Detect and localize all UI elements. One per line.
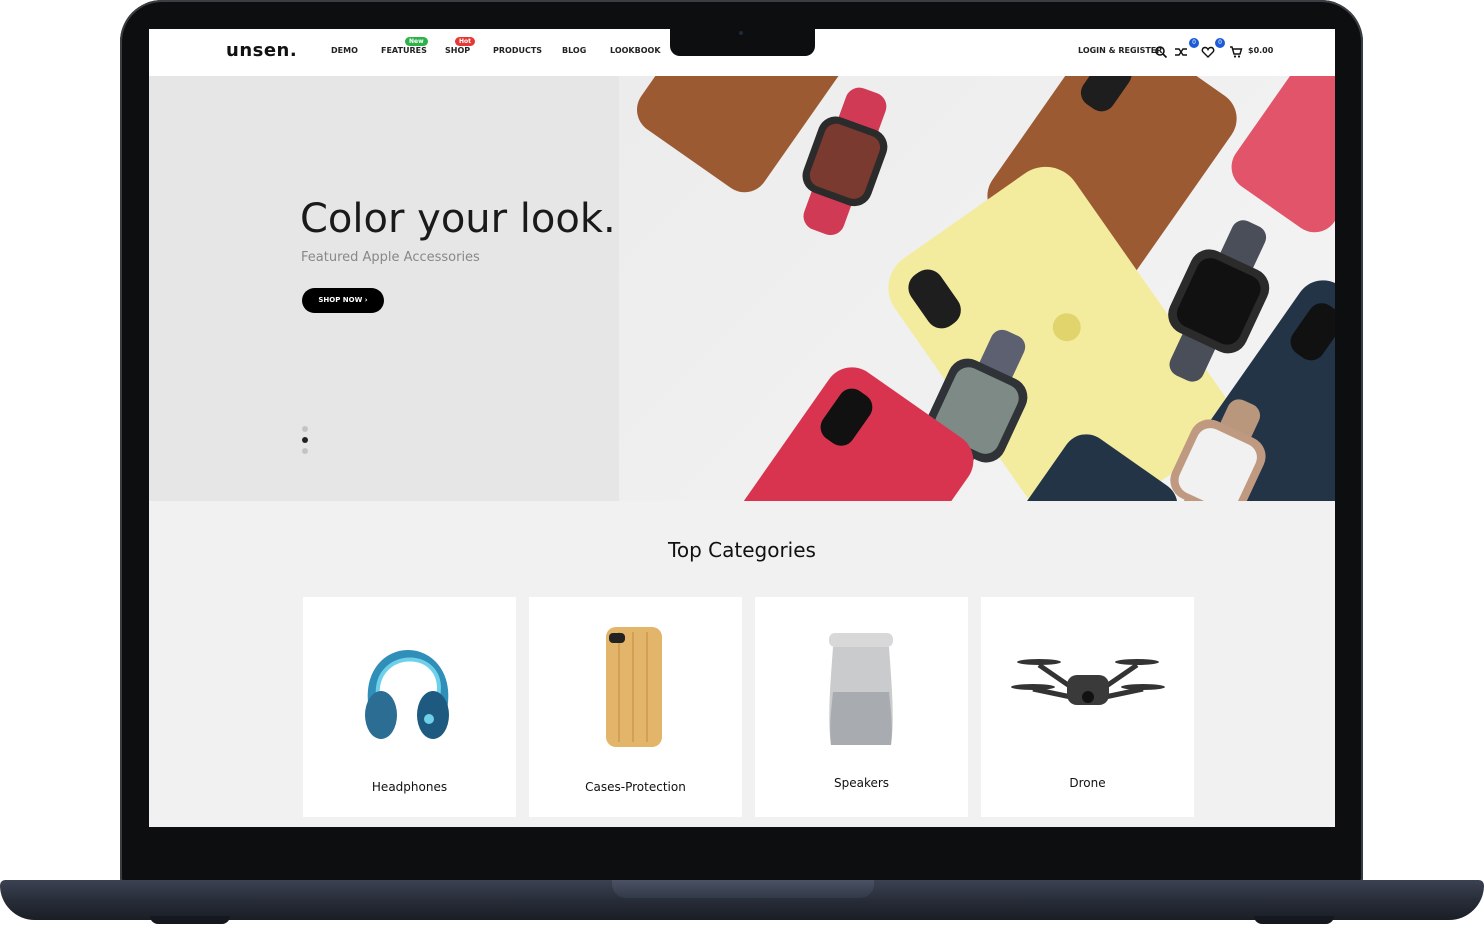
slider-dot-1[interactable]: [302, 426, 308, 432]
nav-item-products[interactable]: PRODUCTS: [493, 46, 542, 55]
category-card-drone[interactable]: Drone: [981, 597, 1194, 817]
slider-dot-2[interactable]: [302, 437, 308, 443]
badge-hot: Hot: [455, 37, 476, 46]
drone-image: [981, 597, 1194, 767]
login-register-link[interactable]: LOGIN & REGISTER: [1078, 46, 1162, 55]
compare-icon[interactable]: [1174, 44, 1188, 58]
nav-item-shop[interactable]: SHOP: [445, 46, 470, 55]
search-icon[interactable]: [1154, 44, 1168, 59]
compare-count: 0: [1189, 38, 1199, 48]
wishlist-count: 0: [1215, 38, 1225, 48]
cart-icon[interactable]: [1229, 44, 1243, 58]
heart-icon[interactable]: [1201, 44, 1215, 58]
headphones-image: [303, 597, 516, 767]
category-label-headphones[interactable]: Headphones: [303, 780, 516, 794]
nav-item-lookbook[interactable]: LOOKBOOK: [610, 46, 661, 55]
laptop-foot-right: [1254, 916, 1334, 924]
category-card-headphones[interactable]: Headphones: [303, 597, 516, 817]
hero-banner: Color your look. Featured Apple Accessor…: [149, 76, 1335, 501]
top-categories-title: Top Categories: [668, 538, 816, 562]
badge-new: New: [405, 37, 428, 46]
cart-total[interactable]: $0.00: [1248, 46, 1273, 55]
camera-icon: [739, 31, 743, 35]
laptop-screen: unsen. DEMO FEATURES New SHOP Hot PRODUC…: [149, 29, 1335, 827]
nav-item-features[interactable]: FEATURES: [381, 46, 427, 55]
slider-dot-3[interactable]: [302, 448, 308, 454]
category-label-speakers[interactable]: Speakers: [755, 776, 968, 790]
nav-item-blog[interactable]: BLOG: [562, 46, 586, 55]
category-card-speakers[interactable]: Speakers: [755, 597, 968, 817]
hero-subtitle: Featured Apple Accessories: [301, 250, 480, 265]
nav-item-demo[interactable]: DEMO: [331, 46, 358, 55]
laptop-base-notch: [612, 880, 874, 898]
camera-notch: [670, 29, 815, 56]
laptop-foot-left: [150, 916, 230, 924]
shop-now-button[interactable]: SHOP NOW ›: [302, 288, 384, 313]
speaker-image: [755, 597, 968, 767]
brand-logo[interactable]: unsen.: [226, 40, 297, 61]
hero-product-image: [619, 76, 1335, 501]
phone-case-image: [529, 597, 742, 767]
category-label-cases[interactable]: Cases-Protection: [529, 780, 742, 794]
category-label-drone[interactable]: Drone: [981, 776, 1194, 790]
hero-title: Color your look.: [300, 196, 616, 242]
category-card-cases[interactable]: Cases-Protection: [529, 597, 742, 817]
